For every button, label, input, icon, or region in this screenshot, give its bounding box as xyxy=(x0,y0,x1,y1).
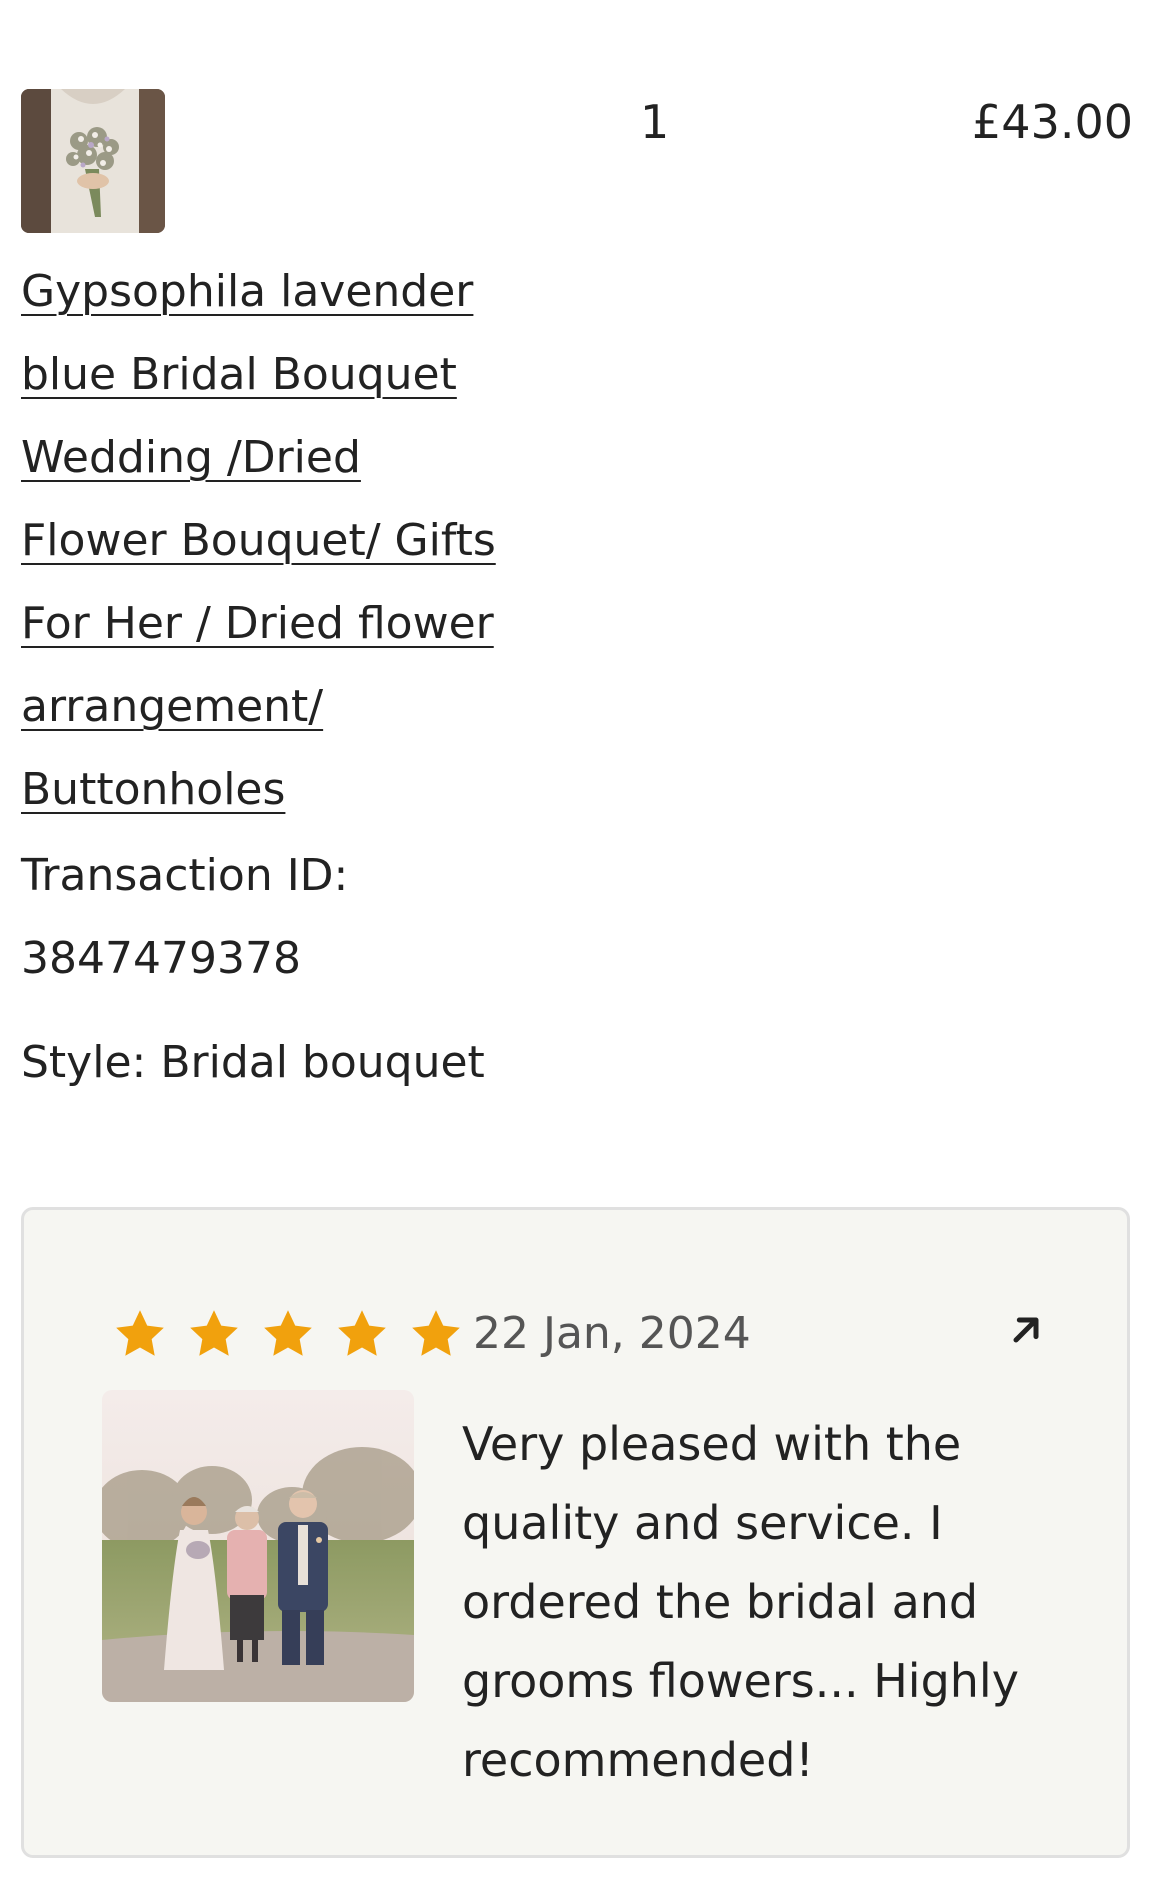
review-text-line: Very pleased with the xyxy=(462,1417,962,1471)
product-title-line: Buttonholes xyxy=(21,764,286,815)
style-option: Style: Bridal bouquet xyxy=(21,1037,485,1088)
star-icon xyxy=(264,1310,312,1356)
product-title-line: arrangement/ xyxy=(21,681,324,732)
review-card: 22 Jan, 2024 Very pleased with the quali… xyxy=(21,1207,1130,1858)
review-text-line: ordered the bridal and xyxy=(462,1575,979,1629)
review-photo[interactable] xyxy=(102,1390,414,1702)
star-rating xyxy=(112,1298,464,1370)
transaction-info: Transaction ID: 3847479378 xyxy=(21,834,348,1000)
review-text-line: grooms flowers... Highly xyxy=(462,1654,1019,1708)
transaction-label: Transaction ID: xyxy=(21,850,349,901)
review-text: Very pleased with the quality and servic… xyxy=(462,1405,1102,1800)
product-thumbnail[interactable] xyxy=(21,89,165,233)
product-title-link[interactable]: Gypsophila lavender blue Bridal Bouquet … xyxy=(21,250,581,831)
review-text-line: quality and service. I xyxy=(462,1496,943,1550)
review-date: 22 Jan, 2024 xyxy=(473,1308,751,1359)
bridal-bouquet-photo xyxy=(21,89,165,233)
product-title-line: Wedding /Dried xyxy=(21,432,361,483)
item-quantity: 1 xyxy=(640,95,670,149)
wedding-party-photo xyxy=(102,1390,414,1702)
star-icon xyxy=(338,1310,386,1356)
transaction-id: 3847479378 xyxy=(21,933,301,984)
star-icon xyxy=(116,1310,164,1356)
star-icon xyxy=(412,1310,460,1356)
product-title-line: blue Bridal Bouquet xyxy=(21,349,457,400)
open-review-button[interactable] xyxy=(994,1298,1058,1362)
item-price: £43.00 xyxy=(972,95,1133,149)
arrow-up-right-icon xyxy=(1013,1317,1039,1343)
product-title-line: Gypsophila lavender xyxy=(21,266,474,317)
star-icon xyxy=(190,1310,238,1356)
product-title-line: For Her / Dried flower xyxy=(21,598,494,649)
review-text-line: recommended! xyxy=(462,1733,814,1787)
product-title-line: Flower Bouquet/ Gifts xyxy=(21,515,496,566)
